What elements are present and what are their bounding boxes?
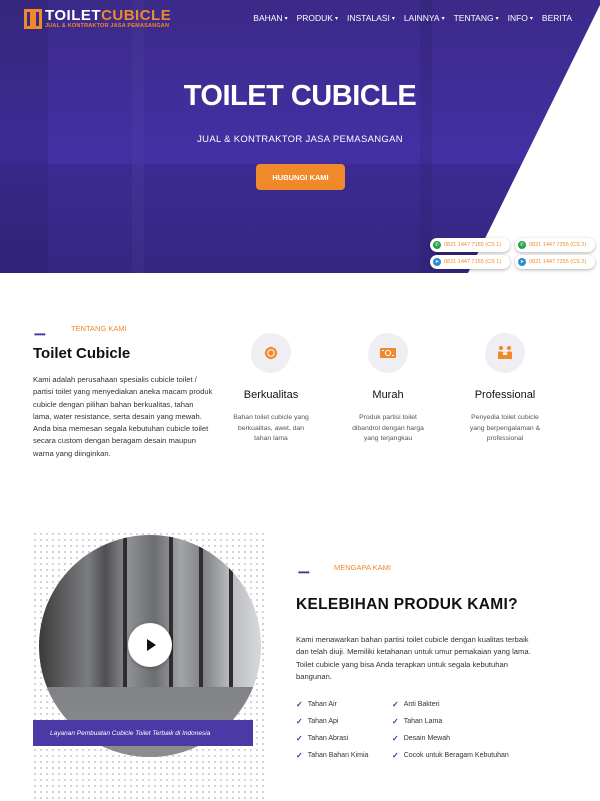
telegram-cs1-button[interactable]: ➤ 0821 1447 7155 (CS 1) <box>430 255 510 269</box>
benefit-item: ✓ Desain Mewah <box>392 733 451 743</box>
video-caption: Layanan Pembuatan Cubicle Toilet Terbaik… <box>33 720 253 746</box>
main-nav: BAHAN ▾ PRODUK ▾ INSTALASI ▾ LAINNYA ▾ TENTA… <box>253 13 572 23</box>
logo-text-orange: CUBICLE <box>101 7 172 24</box>
feature-description: Produk partisi toilet dibandrol dengan h… <box>352 414 424 442</box>
decorative-dots: •••••• <box>298 568 310 577</box>
benefit-item: ✓ Tahan Abrasi <box>296 733 349 743</box>
nav-item-bahan[interactable]: BAHAN ▾ <box>253 13 287 23</box>
nav-item-info[interactable]: INFO ▾ <box>508 13 533 23</box>
feature-name: Professional <box>474 389 536 401</box>
check-icon: ✓ <box>392 733 399 743</box>
whatsapp-cs1-button[interactable]: ✆ 0821 1447 7155 (CS 1) <box>430 238 510 252</box>
play-icon <box>147 639 156 651</box>
about-section: •••••• TENTANG KAMI Toilet Cubicle Kami … <box>0 273 600 513</box>
check-icon: ✓ <box>392 750 399 760</box>
feature-description: Penyedia toilet cubicle yang berpengalam… <box>469 414 541 442</box>
why-us-section: Layanan Pembuatan Cubicle Toilet Terbaik… <box>0 513 600 801</box>
benefit-item: ✓ Tahan Air <box>296 699 337 709</box>
benefit-item: ✓ Anti Bakteri <box>392 699 440 709</box>
feature-name: Murah <box>372 389 404 401</box>
feature-description: Bahan toilet cubicle yang berkualitas, a… <box>233 414 309 442</box>
decorative-dots: •••••• <box>34 330 46 339</box>
logo-text-white: TOILET <box>45 7 102 24</box>
chevron-down-icon: ▾ <box>284 15 288 22</box>
check-icon: ✓ <box>296 699 303 709</box>
chevron-down-icon: ▾ <box>334 15 338 22</box>
whatsapp-cs2-button[interactable]: ✆ 0821 1447 7255 (CS 2) <box>515 238 595 252</box>
nav-item-lainnya[interactable]: LAINNYA ▾ <box>404 13 445 23</box>
why-eyebrow: MENGAPA KAMI <box>334 563 391 572</box>
check-icon: ✓ <box>392 716 399 726</box>
check-icon: ✓ <box>296 733 303 743</box>
contact-us-button[interactable]: HUBUNGI KAMI <box>256 164 345 190</box>
hero-section: TOILETCUBICLE JUAL & KONTRAKTOR JASA PEM… <box>0 0 600 273</box>
feature-murah: Murah Produk partisi toilet dibandrol de… <box>333 333 443 445</box>
money-icon <box>368 333 408 373</box>
chevron-down-icon: ▾ <box>495 15 499 22</box>
check-icon: ✓ <box>392 699 399 709</box>
benefit-list: ✓ Tahan Air ✓ Anti Bakteri ✓ Tahan Api ✓ Tah… <box>296 699 556 760</box>
why-description: Kami menawarkan bahan partisi toilet cub… <box>296 635 531 682</box>
check-icon: ✓ <box>296 716 303 726</box>
telegram-cs2-button[interactable]: ➤ 0821 1447 7255 (CS 2) <box>515 255 595 269</box>
telegram-icon: ➤ <box>433 258 441 266</box>
check-icon: ✓ <box>296 750 303 760</box>
nav-item-produk[interactable]: PRODUK ▾ <box>297 13 338 23</box>
chevron-down-icon: ▾ <box>391 15 395 22</box>
benefit-item: ✓ Tahan Api <box>296 716 339 726</box>
nav-item-instalasi[interactable]: INSTALASI ▾ <box>347 13 395 23</box>
contact-pills: ✆ 0821 1447 7155 (CS 1) ✆ 0821 1447 7255 (… <box>430 238 596 269</box>
feature-professional: Professional Penyedia toilet cubicle yan… <box>450 333 560 445</box>
hero-title: TOILET CUBICLE <box>183 80 417 112</box>
hero-subtitle: JUAL & KONTRAKTOR JASA PEMASANGAN <box>197 134 403 145</box>
why-title: KELEBIHAN PRODUK KAMI? <box>296 596 518 613</box>
logo-tagline: JUAL & KONTRAKTOR JASA PEMASANGAN <box>45 23 170 29</box>
site-logo[interactable]: TOILETCUBICLE JUAL & KONTRAKTOR JASA PEM… <box>24 8 171 30</box>
benefit-item: ✓ Tahan Lama <box>392 716 443 726</box>
about-description: Kami adalah perusahaan spesialis cubicle… <box>33 375 213 458</box>
feature-name: Berkualitas <box>243 389 299 401</box>
play-video-button[interactable] <box>128 623 172 667</box>
handshake-icon <box>485 333 525 373</box>
feature-berkualitas: Berkualitas Bahan toilet cubicle yang be… <box>216 333 326 445</box>
nav-item-berita[interactable]: BERITA <box>542 13 572 23</box>
benefit-item: ✓ Tahan Bahan Kimia <box>296 750 369 760</box>
telegram-icon: ➤ <box>518 258 526 266</box>
about-title: Toilet Cubicle <box>33 345 131 362</box>
badge-icon <box>251 333 291 373</box>
benefit-item: ✓ Cocok untuk Beragam Kebutuhan <box>392 750 509 760</box>
whatsapp-icon: ✆ <box>518 241 526 249</box>
about-eyebrow: TENTANG KAMI <box>71 324 127 333</box>
logo-n-icon <box>24 8 42 29</box>
whatsapp-icon: ✆ <box>433 241 441 249</box>
chevron-down-icon: ▾ <box>529 15 533 22</box>
chevron-down-icon: ▾ <box>441 15 445 22</box>
nav-item-tentang[interactable]: TENTANG ▾ <box>454 13 499 23</box>
